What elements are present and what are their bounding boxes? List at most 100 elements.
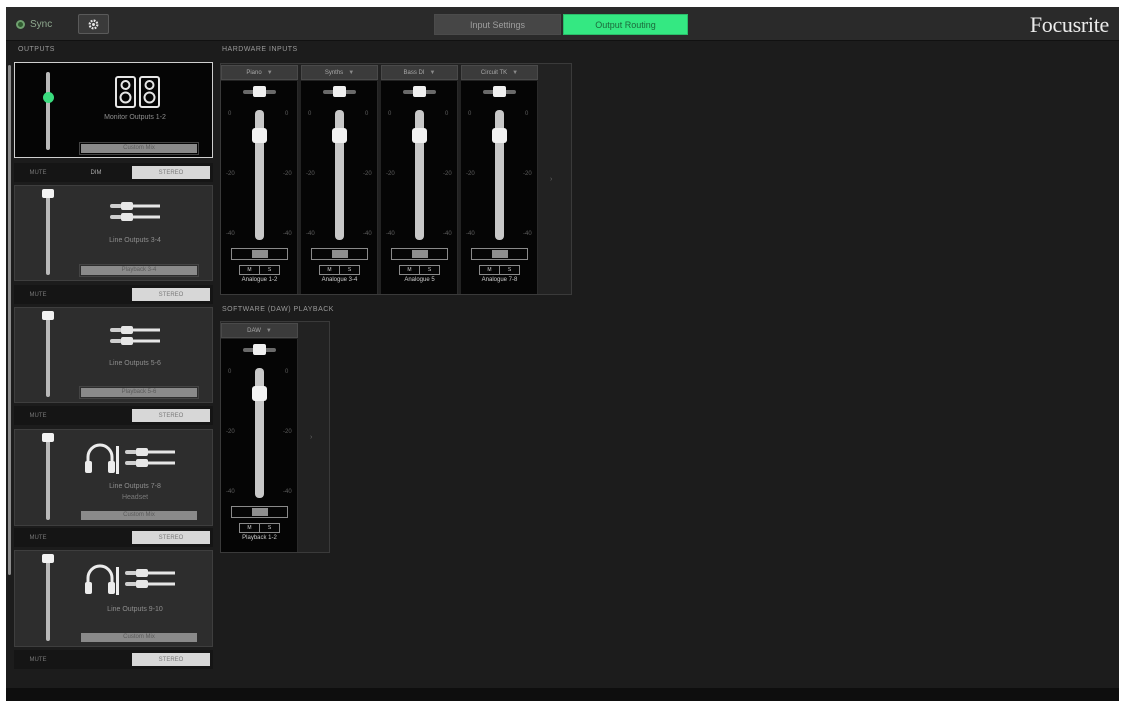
settings-button[interactable]: [78, 14, 109, 34]
output-panel-line-9-10[interactable]: Line Outputs 9-10 Custom Mix: [14, 550, 213, 647]
output-panel-line-3-4[interactable]: Line Outputs 3-4 Playback 3-4: [14, 185, 213, 281]
scale-tick: -40: [306, 231, 315, 237]
output-source-select[interactable]: Playback 5-6: [81, 388, 197, 397]
output-footer-monitor-1-2: MUTE DIM STEREO: [14, 163, 213, 182]
level-meter: [311, 248, 368, 260]
strip-header[interactable]: Circuit TK ▼: [461, 65, 538, 80]
stereo-button[interactable]: STEREO: [132, 409, 210, 422]
strip-name: DAW: [247, 327, 261, 334]
mute-button[interactable]: M: [480, 266, 500, 274]
solo-button[interactable]: S: [260, 524, 279, 532]
output-volume-track[interactable]: [46, 558, 50, 641]
output-source-select[interactable]: Custom Mix: [81, 511, 197, 520]
solo-button[interactable]: S: [260, 266, 279, 274]
line-cables-icon: [110, 202, 160, 221]
output-name: Line Outputs 7-8: [109, 483, 161, 490]
expand-handle-icon: ›: [550, 176, 553, 183]
mute-button[interactable]: M: [320, 266, 340, 274]
output-footer-line-3-4: MUTE STEREO: [14, 285, 213, 304]
strip-label: Analogue 7-8: [481, 277, 518, 283]
scale-tick: 0: [285, 369, 289, 375]
scale-tick: 0: [228, 369, 232, 375]
mute-button[interactable]: MUTE: [18, 409, 58, 422]
fader-knob[interactable]: [412, 128, 427, 143]
solo-button[interactable]: S: [500, 266, 519, 274]
chevron-down-icon: ▼: [265, 327, 272, 334]
pan-knob[interactable]: [333, 86, 346, 97]
mute-button[interactable]: MUTE: [18, 166, 58, 179]
output-volume-knob[interactable]: [42, 433, 54, 442]
tab-output-routing[interactable]: Output Routing: [563, 14, 688, 35]
strip-header[interactable]: Bass DI ▼: [381, 65, 458, 80]
output-source-select[interactable]: Playback 3-4: [81, 266, 197, 275]
outputs-scrollbar[interactable]: [8, 65, 11, 575]
pan-knob[interactable]: [493, 86, 506, 97]
output-volume-track[interactable]: [46, 437, 50, 520]
software-add-column[interactable]: ›: [302, 322, 326, 552]
output-volume-track[interactable]: [46, 315, 50, 397]
line-cables-icon: [125, 448, 175, 467]
output-volume-track[interactable]: [46, 193, 50, 275]
strip-label: Analogue 5: [404, 277, 435, 283]
scale-tick: 0: [388, 111, 392, 117]
scale-tick: -40: [386, 231, 395, 237]
expand-handle-icon: ›: [310, 434, 313, 441]
pan-knob[interactable]: [253, 344, 266, 355]
scale-tick: -20: [523, 171, 532, 177]
output-volume-knob[interactable]: [43, 92, 54, 103]
fader-knob[interactable]: [492, 128, 507, 143]
stereo-button[interactable]: STEREO: [132, 288, 210, 301]
mute-solo-group: M S: [319, 265, 360, 275]
mute-button[interactable]: MUTE: [18, 531, 58, 544]
output-panel-monitor-1-2[interactable]: Monitor Outputs 1-2 Custom Mix: [14, 62, 213, 158]
strip-header[interactable]: Piano ▼: [221, 65, 298, 80]
output-subtitle: Headset: [121, 494, 149, 501]
output-source-select[interactable]: Custom Mix: [81, 144, 197, 153]
stereo-button[interactable]: STEREO: [132, 531, 210, 544]
scale-tick: -40: [363, 231, 372, 237]
output-volume-knob[interactable]: [42, 554, 54, 563]
strip-header[interactable]: DAW ▼: [221, 323, 298, 338]
solo-button[interactable]: S: [420, 266, 439, 274]
tab-input-settings[interactable]: Input Settings: [434, 14, 561, 35]
fader-knob[interactable]: [252, 128, 267, 143]
stereo-button[interactable]: STEREO: [132, 653, 210, 666]
mixer-strip-daw: DAW ▼ 0 0 -20 -20 -40 -40 M S Playback 1-…: [221, 323, 298, 552]
level-meter-fill: [412, 250, 428, 258]
pan-knob[interactable]: [253, 86, 266, 97]
mute-button[interactable]: M: [400, 266, 420, 274]
level-meter: [391, 248, 448, 260]
scale-tick: -40: [466, 231, 475, 237]
mute-button[interactable]: MUTE: [18, 653, 58, 666]
mute-button[interactable]: M: [240, 266, 260, 274]
speakers-icon: [115, 76, 160, 108]
output-name: Line Outputs 3-4: [109, 237, 161, 244]
mute-solo-group: M S: [479, 265, 520, 275]
hardware-add-column[interactable]: ›: [542, 64, 566, 294]
scale-tick: -40: [226, 231, 235, 237]
output-name: Line Outputs 9-10: [107, 606, 163, 613]
fader-knob[interactable]: [252, 386, 267, 401]
window-bottom-bar: [6, 688, 1119, 701]
scale-tick: 0: [228, 111, 232, 117]
dim-button[interactable]: DIM: [76, 166, 116, 179]
output-volume-knob[interactable]: [42, 189, 54, 198]
output-volume-knob[interactable]: [42, 311, 54, 320]
output-panel-line-7-8[interactable]: Line Outputs 7-8 Headset Custom Mix: [14, 429, 213, 526]
pan-knob[interactable]: [413, 86, 426, 97]
output-source-select[interactable]: Custom Mix: [81, 633, 197, 642]
output-volume-track[interactable]: [46, 72, 50, 150]
mute-solo-group: M S: [399, 265, 440, 275]
output-panel-line-5-6[interactable]: Line Outputs 5-6 Playback 5-6: [14, 307, 213, 403]
mute-button[interactable]: MUTE: [18, 288, 58, 301]
mute-button[interactable]: M: [240, 524, 260, 532]
fader-knob[interactable]: [332, 128, 347, 143]
strip-header[interactable]: Synths ▼: [301, 65, 378, 80]
scale-tick: -20: [226, 171, 235, 177]
level-meter-fill: [252, 250, 268, 258]
solo-button[interactable]: S: [340, 266, 359, 274]
level-meter-fill: [492, 250, 508, 258]
scale-tick: -20: [226, 429, 235, 435]
scale-tick: 0: [308, 111, 312, 117]
stereo-button[interactable]: STEREO: [132, 166, 210, 179]
